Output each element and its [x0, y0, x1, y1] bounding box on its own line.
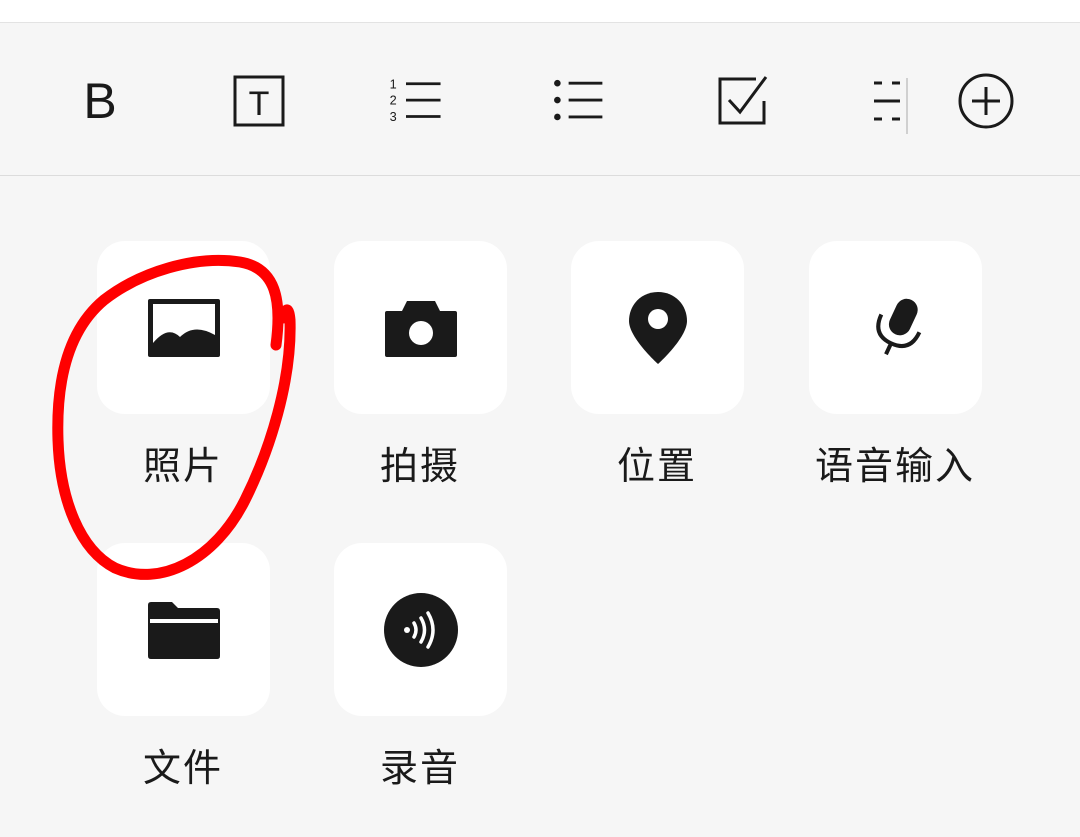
numbered-list-icon: 1 2 3 [390, 76, 441, 124]
folder-icon [147, 601, 220, 659]
svg-text:2: 2 [390, 93, 397, 108]
image-icon [147, 298, 220, 357]
file-label: 文件 [142, 746, 223, 790]
bold-icon: B [83, 73, 116, 129]
bold-button[interactable]: B [70, 71, 130, 131]
divider-icon [874, 81, 900, 121]
attachment-panel: B T 1 2 3 照片 拍摄 位置 语音输入 文件 录音 [0, 0, 1080, 837]
camera-button[interactable] [334, 241, 507, 414]
microphone-icon [875, 298, 921, 355]
text-style-button[interactable]: T [229, 71, 289, 131]
checklist-button[interactable] [712, 71, 772, 131]
camera-label: 拍摄 [379, 444, 460, 488]
photo-button[interactable] [97, 241, 270, 414]
audio-record-button[interactable] [334, 543, 507, 716]
bulleted-list-button[interactable] [548, 71, 608, 131]
divider-button[interactable] [858, 71, 918, 131]
voice-input-button[interactable] [809, 241, 982, 414]
svg-text:3: 3 [390, 109, 397, 124]
location-button[interactable] [571, 241, 744, 414]
location-pin-icon [628, 291, 687, 364]
editor-top-edge [0, 0, 1080, 23]
camera-icon [384, 300, 457, 357]
bulleted-list-icon [554, 79, 603, 121]
more-tools-button[interactable] [956, 71, 1016, 131]
photo-label: 照片 [142, 444, 223, 488]
svg-text:B: B [83, 73, 116, 129]
location-label: 位置 [616, 444, 697, 488]
svg-text:T: T [249, 85, 270, 123]
file-button[interactable] [97, 543, 270, 716]
text-box-icon: T [233, 75, 285, 127]
toolbar-scroll-divider [906, 78, 908, 134]
plus-circle-icon [958, 73, 1014, 129]
voice-input-label: 语音输入 [814, 444, 975, 488]
numbered-list-button[interactable]: 1 2 3 [386, 71, 446, 131]
audio-record-icon [383, 592, 458, 667]
checkbox-icon [718, 76, 768, 125]
formatting-toolbar: B T 1 2 3 [0, 23, 1080, 176]
svg-text:1: 1 [390, 76, 397, 91]
audio-record-label: 录音 [379, 746, 460, 790]
